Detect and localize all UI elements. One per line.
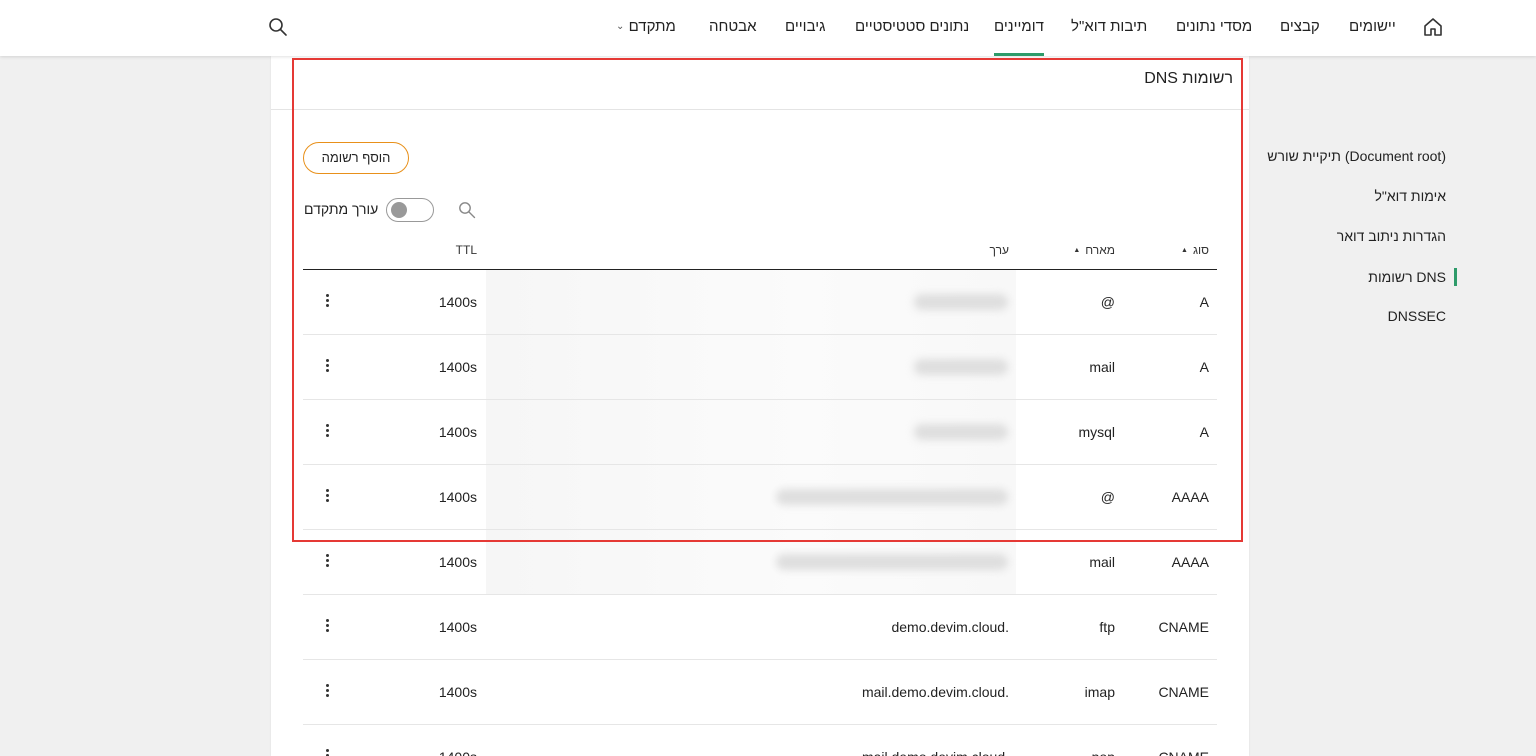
nav-item-domains[interactable]: דומיינים (994, 0, 1044, 56)
record-host: mysql (1078, 424, 1115, 440)
record-type: AAAA (1171, 554, 1209, 570)
sort-up-icon: ▲ (1181, 247, 1188, 254)
record-host: @ (1100, 294, 1115, 310)
sidebar-item-dnssec[interactable]: DNSSEC (1388, 308, 1446, 324)
home-icon[interactable] (1422, 16, 1444, 38)
table-row: CNAME ftp demo.devim.cloud. 1400s (303, 595, 1217, 660)
value-redacted (486, 465, 1016, 529)
nav-item-security[interactable]: אבטחה (709, 0, 757, 56)
record-type: CNAME (1158, 684, 1209, 700)
table-row: AAAA mail 1400s (303, 530, 1217, 595)
row-menu-icon[interactable] (319, 617, 335, 637)
column-header-type-label: סוג (1192, 243, 1209, 257)
sidebar-item-mail-routing[interactable]: הגדרות ניתוב דואר (1337, 228, 1446, 244)
record-type: A (1199, 359, 1209, 375)
row-menu-icon[interactable] (319, 422, 335, 442)
add-record-button[interactable]: הוסף רשומה (303, 142, 409, 174)
sidebar-item-dns-records[interactable]: רשומות DNS (1368, 268, 1457, 286)
search-icon[interactable] (268, 17, 288, 37)
table-row: A mysql 1400s (303, 400, 1217, 465)
nav-item-applications[interactable]: יישומים (1349, 0, 1396, 56)
row-menu-icon[interactable] (319, 292, 335, 312)
record-value: mail.demo.devim.cloud. (861, 684, 1009, 700)
record-host: mail (1089, 359, 1115, 375)
column-header-ttl: TTL (455, 243, 477, 257)
row-menu-icon[interactable] (319, 682, 335, 702)
top-navigation: יישומים קבצים מסדי נתונים תיבות דוא"ל דו… (0, 0, 1536, 56)
record-ttl: 1400s (438, 619, 477, 635)
record-ttl: 1400s (438, 424, 477, 440)
record-ttl: 1400s (438, 359, 477, 375)
table-row: AAAA @ 1400s (303, 465, 1217, 530)
divider (271, 109, 1249, 110)
record-ttl: 1400s (438, 554, 477, 570)
column-header-type[interactable]: ▲ סוג (1181, 243, 1209, 257)
row-menu-icon[interactable] (319, 552, 335, 572)
record-type: CNAME (1158, 725, 1209, 756)
sidebar-item-email-auth[interactable]: אימות דוא"ל (1374, 188, 1446, 204)
chevron-down-icon: ⌄ (616, 21, 625, 32)
value-redacted (486, 400, 1016, 464)
row-menu-icon[interactable] (319, 747, 335, 756)
record-type: AAAA (1171, 489, 1209, 505)
value-redacted (486, 530, 1016, 594)
nav-item-mailboxes[interactable]: תיבות דוא"ל (1071, 0, 1147, 56)
record-host: pop (1092, 725, 1115, 756)
advanced-editor-label: עורך מתקדם (304, 201, 379, 217)
record-host: imap (1084, 684, 1115, 700)
table-row: A mail 1400s (303, 335, 1217, 400)
record-value: mail.demo.devim.cloud. (862, 725, 1009, 756)
record-type: A (1199, 424, 1209, 440)
nav-item-statistics[interactable]: נתונים סטטיסטיים (855, 0, 969, 56)
record-host: @ (1100, 489, 1115, 505)
column-header-value: ערך (989, 243, 1009, 257)
record-ttl: 1400s (438, 489, 477, 505)
record-ttl: 1400s (438, 684, 477, 700)
record-type: A (1199, 294, 1209, 310)
page-title: רשומות DNS (1144, 70, 1233, 87)
table-row: A @ 1400s (303, 270, 1217, 335)
row-menu-icon[interactable] (319, 487, 335, 507)
column-header-host[interactable]: ▲ מארח (1073, 243, 1115, 257)
record-ttl: 1400s (439, 725, 477, 756)
column-header-host-label: מארח (1085, 243, 1115, 257)
table-row: CNAME pop mail.demo.devim.cloud. 1400s (303, 725, 1217, 756)
record-value: demo.devim.cloud. (891, 619, 1009, 635)
value-redacted (486, 270, 1016, 334)
sidebar-item-document-root[interactable]: תיקיית שורש (Document root) (1267, 148, 1446, 164)
toggle-knob (391, 202, 407, 218)
nav-item-advanced[interactable]: ⌄ מתקדם (610, 0, 676, 56)
table-search-icon[interactable] (458, 201, 476, 219)
advanced-editor-toggle[interactable] (386, 198, 434, 222)
value-redacted (486, 335, 1016, 399)
sort-up-icon: ▲ (1073, 247, 1081, 254)
nav-item-advanced-label: מתקדם (628, 18, 676, 35)
dns-records-panel: רשומות DNS הוסף רשומה עורך מתקדם ▲ סוג ▲ מ… (271, 56, 1249, 756)
record-host: mail (1089, 554, 1115, 570)
record-type: CNAME (1158, 619, 1209, 635)
record-ttl: 1400s (438, 294, 477, 310)
record-host: ftp (1099, 619, 1115, 635)
nav-item-files[interactable]: קבצים (1280, 0, 1320, 56)
row-menu-icon[interactable] (319, 357, 335, 377)
table-row: CNAME imap mail.demo.devim.cloud. 1400s (303, 660, 1217, 725)
nav-item-databases[interactable]: מסדי נתונים (1176, 0, 1252, 56)
nav-item-backups[interactable]: גיבויים (785, 0, 825, 56)
